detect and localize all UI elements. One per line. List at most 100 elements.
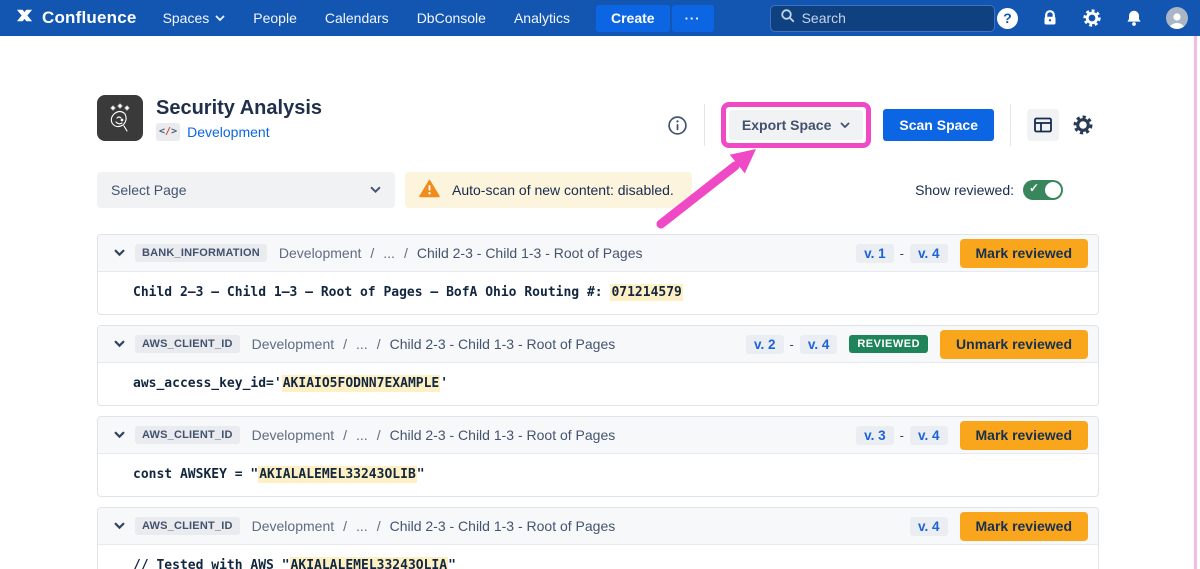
more-menu-button[interactable]: ···	[672, 5, 714, 32]
chevron-down-icon[interactable]	[110, 427, 129, 443]
finding-card: AWS_CLIENT_ID Development / ... / Child …	[97, 325, 1099, 406]
version-to-link[interactable]: v. 4	[910, 517, 948, 536]
reviewed-badge: REVIEWED	[849, 335, 928, 353]
version-to-link[interactable]: v. 4	[800, 335, 838, 354]
page-title: Security Analysis	[156, 96, 322, 120]
rule-badge: AWS_CLIENT_ID	[135, 426, 240, 444]
code-badge-icon: </>	[156, 123, 180, 141]
rule-badge: AWS_CLIENT_ID	[135, 517, 240, 535]
brand-name: Confluence	[42, 8, 137, 28]
finding-snippet: const AWSKEY = "AKIALALEMEL33243OLIB"	[98, 454, 1098, 496]
finding-snippet: Child 2–3 – Child 1–3 – Root of Pages – …	[98, 272, 1098, 314]
search-input[interactable]	[802, 10, 985, 26]
autoscan-warning-text: Auto-scan of new content: disabled.	[452, 182, 674, 198]
info-icon[interactable]	[667, 115, 688, 136]
nav-item-people[interactable]: People	[253, 10, 297, 26]
confluence-brand[interactable]: Confluence	[14, 6, 137, 30]
toggle-knob	[1045, 182, 1061, 198]
nav-item-calendars[interactable]: Calendars	[325, 10, 389, 26]
settings-gear-button[interactable]	[1067, 109, 1099, 141]
divider	[1010, 104, 1011, 146]
finding-header: AWS_CLIENT_ID Development / ... / Child …	[98, 417, 1098, 454]
autoscan-warning: Auto-scan of new content: disabled.	[405, 172, 692, 208]
version-from-link[interactable]: v. 1	[856, 244, 894, 263]
select-page-dropdown[interactable]: Select Page	[97, 172, 395, 208]
warning-icon	[419, 179, 440, 201]
confluence-logo-icon	[14, 6, 35, 30]
check-icon: ✓	[1029, 181, 1039, 195]
space-avatar[interactable]	[97, 95, 143, 141]
lock-icon[interactable]	[1041, 9, 1059, 27]
version-to-link[interactable]: v. 4	[910, 244, 948, 263]
search-icon	[780, 8, 795, 28]
space-link[interactable]: Development	[187, 124, 270, 140]
secret-highlight: AKIALALEMEL33243OLIA	[290, 557, 449, 569]
search-box[interactable]	[770, 5, 995, 32]
breadcrumb-space[interactable]: Development	[252, 427, 335, 443]
unmark-reviewed-button[interactable]: Unmark reviewed	[940, 330, 1088, 359]
show-reviewed-toggle[interactable]: ✓	[1023, 180, 1063, 200]
mark-reviewed-button[interactable]: Mark reviewed	[960, 421, 1089, 450]
version-from-link[interactable]: v. 3	[856, 426, 894, 445]
finding-snippet: // Tested with AWS "AKIALALEMEL33243OLIA…	[98, 545, 1098, 569]
side-panel-button[interactable]	[1027, 109, 1059, 141]
breadcrumb-space[interactable]: Development	[279, 245, 362, 261]
space-line: </> Development	[156, 123, 322, 141]
nav-icon-group: ?	[997, 7, 1188, 29]
breadcrumb-space[interactable]: Development	[252, 336, 335, 352]
nav-item-spaces[interactable]: Spaces	[163, 10, 226, 26]
rule-badge: AWS_CLIENT_ID	[135, 335, 240, 353]
create-button[interactable]: Create	[596, 5, 670, 32]
version-from-link[interactable]: v. 2	[746, 335, 784, 354]
finding-header: BANK_INFORMATION Development / ... / Chi…	[98, 235, 1098, 272]
main-content: Security Analysis </> Development Export…	[0, 88, 1200, 569]
secret-highlight: AKIAIO5FODNN7EXAMPLE	[282, 375, 441, 392]
breadcrumb: Development / ... / Child 2-3 - Child 1-…	[252, 427, 616, 443]
version-to-link[interactable]: v. 4	[910, 426, 948, 445]
breadcrumb: Development / ... / Child 2-3 - Child 1-…	[252, 518, 616, 534]
rule-badge: BANK_INFORMATION	[135, 244, 267, 262]
breadcrumb-page[interactable]: Child 2-3 - Child 1-3 - Root of Pages	[390, 427, 616, 443]
nav-item-analytics[interactable]: Analytics	[514, 10, 570, 26]
chevron-down-icon[interactable]	[110, 518, 129, 534]
avatar[interactable]	[1166, 7, 1188, 29]
finding-actions: v. 2 - v. 4 REVIEWED Unmark reviewed	[746, 330, 1088, 359]
breadcrumb-space[interactable]: Development	[252, 518, 335, 534]
finding-card: AWS_CLIENT_ID Development / ... / Child …	[97, 416, 1099, 497]
scan-space-button[interactable]: Scan Space	[883, 109, 994, 141]
show-reviewed-label: Show reviewed:	[915, 182, 1014, 198]
help-icon[interactable]: ?	[997, 8, 1018, 29]
gear-icon[interactable]	[1082, 8, 1102, 28]
finding-header: AWS_CLIENT_ID Development / ... / Child …	[98, 326, 1098, 363]
finding-header: AWS_CLIENT_ID Development / ... / Child …	[98, 508, 1098, 545]
nav-links: Spaces People Calendars DbConsole Analyt…	[163, 10, 570, 26]
chevron-down-icon[interactable]	[110, 336, 129, 352]
highlight-box-annotation: Export Space	[721, 102, 871, 148]
secret-highlight: AKIALALEMEL33243OLIB	[258, 466, 417, 483]
finding-actions: v. 1 - v. 4 Mark reviewed	[856, 239, 1088, 268]
finding-actions: v. 4 Mark reviewed	[910, 512, 1088, 541]
top-nav: Confluence Spaces People Calendars DbCon…	[0, 0, 1200, 36]
export-space-button[interactable]: Export Space	[729, 110, 863, 140]
breadcrumb-page[interactable]: Child 2-3 - Child 1-3 - Root of Pages	[417, 245, 643, 261]
chevron-down-icon	[840, 122, 850, 129]
breadcrumb: Development / ... / Child 2-3 - Child 1-…	[252, 336, 616, 352]
finding-actions: v. 3 - v. 4 Mark reviewed	[856, 421, 1088, 450]
nav-item-dbconsole[interactable]: DbConsole	[417, 10, 486, 26]
show-reviewed-control: Show reviewed: ✓	[915, 180, 1063, 200]
mark-reviewed-button[interactable]: Mark reviewed	[960, 512, 1089, 541]
breadcrumb-page[interactable]: Child 2-3 - Child 1-3 - Root of Pages	[390, 336, 616, 352]
chevron-down-icon[interactable]	[110, 245, 129, 261]
findings-list: BANK_INFORMATION Development / ... / Chi…	[97, 234, 1099, 569]
bell-icon[interactable]	[1125, 9, 1143, 27]
title-block: Security Analysis </> Development	[156, 96, 322, 141]
space-header: Security Analysis </> Development Export…	[97, 88, 1099, 148]
finding-card: AWS_CLIENT_ID Development / ... / Child …	[97, 507, 1099, 569]
annotation-edge-line	[1194, 36, 1197, 569]
breadcrumb-page[interactable]: Child 2-3 - Child 1-3 - Root of Pages	[390, 518, 616, 534]
mark-reviewed-button[interactable]: Mark reviewed	[960, 239, 1089, 268]
divider	[704, 104, 705, 146]
app-window: Confluence Spaces People Calendars DbCon…	[0, 0, 1200, 569]
chevron-down-icon	[215, 15, 225, 22]
filter-row: Select Page Auto-scan of new content: di…	[97, 172, 1099, 208]
